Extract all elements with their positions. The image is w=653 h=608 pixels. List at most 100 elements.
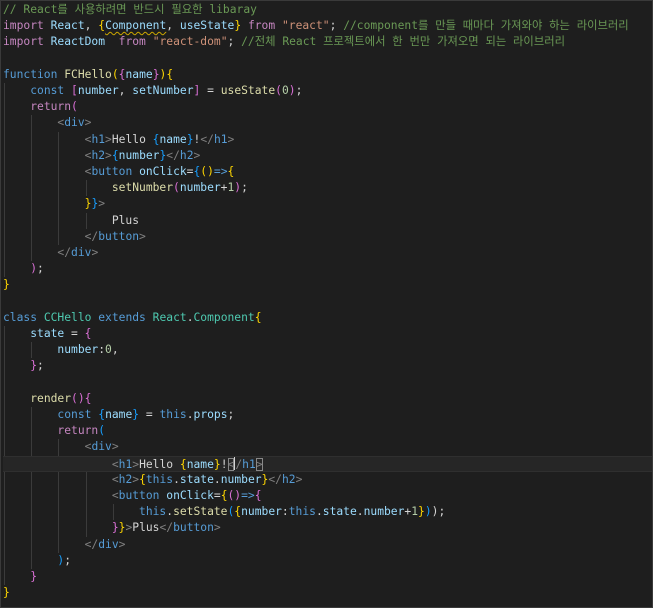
code-line[interactable]: <h2>{this.state.number}</h2>: [3, 472, 652, 488]
code-line[interactable]: setNumber(number+1);: [3, 180, 652, 196]
code-token: state: [30, 327, 65, 340]
code-token: (: [98, 424, 106, 438]
code-line[interactable]: );: [3, 553, 652, 569]
code-line[interactable]: }}>Plus</button>: [3, 520, 652, 536]
code-token: </: [57, 246, 72, 259]
code-token: {: [84, 327, 92, 340]
code-line[interactable]: </button>: [3, 229, 652, 245]
code-line[interactable]: return(: [3, 423, 652, 439]
code-token: :: [281, 505, 289, 519]
code-token: ;: [295, 84, 303, 97]
code-token: >: [111, 440, 119, 454]
code-line[interactable]: <h2>{number}</h2>: [3, 148, 652, 164]
code-line[interactable]: <button onClick={()=>{: [3, 488, 652, 504]
code-line[interactable]: <h1>Hello {name}!</h1>: [3, 132, 652, 148]
code-token: const: [30, 84, 65, 97]
code-token: number: [220, 472, 262, 486]
code-token: .: [356, 505, 364, 519]
code-token: }: [111, 521, 119, 535]
code-line[interactable]: }: [3, 277, 652, 293]
code-line[interactable]: [3, 294, 652, 310]
code-line[interactable]: // React를 사용하려면 반드시 필요한 libaray: [3, 2, 652, 18]
code-token: 0: [105, 343, 112, 357]
code-token: "react": [281, 19, 330, 33]
code-token: // React를 사용하려면 반드시 필요한 libaray: [3, 3, 257, 16]
code-token: }: [152, 67, 160, 81]
code-line[interactable]: return(: [3, 99, 652, 115]
code-token: }: [30, 570, 38, 583]
code-line[interactable]: </div>: [3, 245, 652, 261]
code-line[interactable]: }: [3, 569, 652, 585]
code-token: div: [71, 246, 92, 259]
code-token: (: [275, 84, 282, 97]
code-token: =: [139, 408, 160, 421]
code-editor[interactable]: // React를 사용하려면 반드시 필요한 libaray import Re…: [0, 0, 653, 608]
code-token: h2: [118, 472, 133, 486]
code-token: name: [125, 67, 153, 81]
code-token: function: [3, 67, 58, 81]
code-token: (): [71, 391, 85, 405]
code-token: >: [105, 148, 112, 162]
code-line[interactable]: <div>: [3, 439, 652, 455]
code-token: <: [111, 457, 119, 471]
code-token: .: [186, 408, 194, 421]
code-token: </: [84, 537, 99, 551]
code-token: >: [98, 197, 106, 211]
code-line[interactable]: function FCHello({name}){: [3, 67, 652, 83]
code-token: from: [247, 19, 276, 33]
code-line[interactable]: const [number, setNumber] = useState(0);: [3, 83, 652, 99]
code-line[interactable]: </div>: [3, 537, 652, 553]
code-token: <: [111, 472, 119, 486]
code-line[interactable]: [3, 375, 652, 391]
code-token: .: [173, 472, 180, 486]
code-token: useState: [220, 84, 276, 97]
code-token: number: [77, 84, 119, 97]
code-token: {: [139, 472, 146, 486]
code-line[interactable]: }: [3, 585, 652, 601]
code-token: >: [139, 229, 146, 243]
code-line[interactable]: render(){: [3, 391, 652, 407]
code-line[interactable]: );: [3, 261, 652, 277]
code-line[interactable]: const {name} = this.props;: [3, 407, 652, 423]
code-line[interactable]: import ReactDom from "react-dom"; //전체 R…: [3, 34, 652, 50]
code-line[interactable]: }}>: [3, 196, 652, 212]
code-line[interactable]: this.setState({number:this.state.number+…: [3, 504, 652, 520]
code-token: }: [3, 278, 10, 292]
code-token: render: [30, 391, 72, 405]
code-token: number: [118, 148, 160, 162]
code-token: ,: [84, 19, 99, 33]
code-token: Component: [193, 310, 255, 324]
code-token: h2: [281, 472, 296, 486]
code-line[interactable]: number:0,: [3, 342, 652, 358]
code-token: =>: [241, 489, 255, 502]
code-token: ): [30, 262, 38, 276]
code-token: .: [213, 472, 221, 486]
code-line[interactable]: <div>: [3, 115, 652, 131]
code-token: this: [145, 472, 174, 486]
code-line[interactable]: <button onClick={()=>{: [3, 164, 652, 180]
code-line[interactable]: state = {: [3, 326, 652, 342]
code-token: (: [71, 100, 78, 114]
code-line[interactable]: class CCHello extends React.Component{: [3, 310, 652, 326]
code-token: React: [152, 310, 187, 324]
code-line[interactable]: Plus: [3, 213, 652, 229]
code-line[interactable]: import React, {Component, useState} from…: [3, 18, 652, 34]
code-token: </: [84, 229, 99, 243]
code-line[interactable]: <h1>Hello {name}!</h1>: [3, 455, 652, 472]
code-line[interactable]: };: [3, 358, 652, 374]
code-token: [: [71, 84, 78, 97]
code-line[interactable]: [3, 51, 652, 67]
code-token: {: [254, 310, 262, 324]
